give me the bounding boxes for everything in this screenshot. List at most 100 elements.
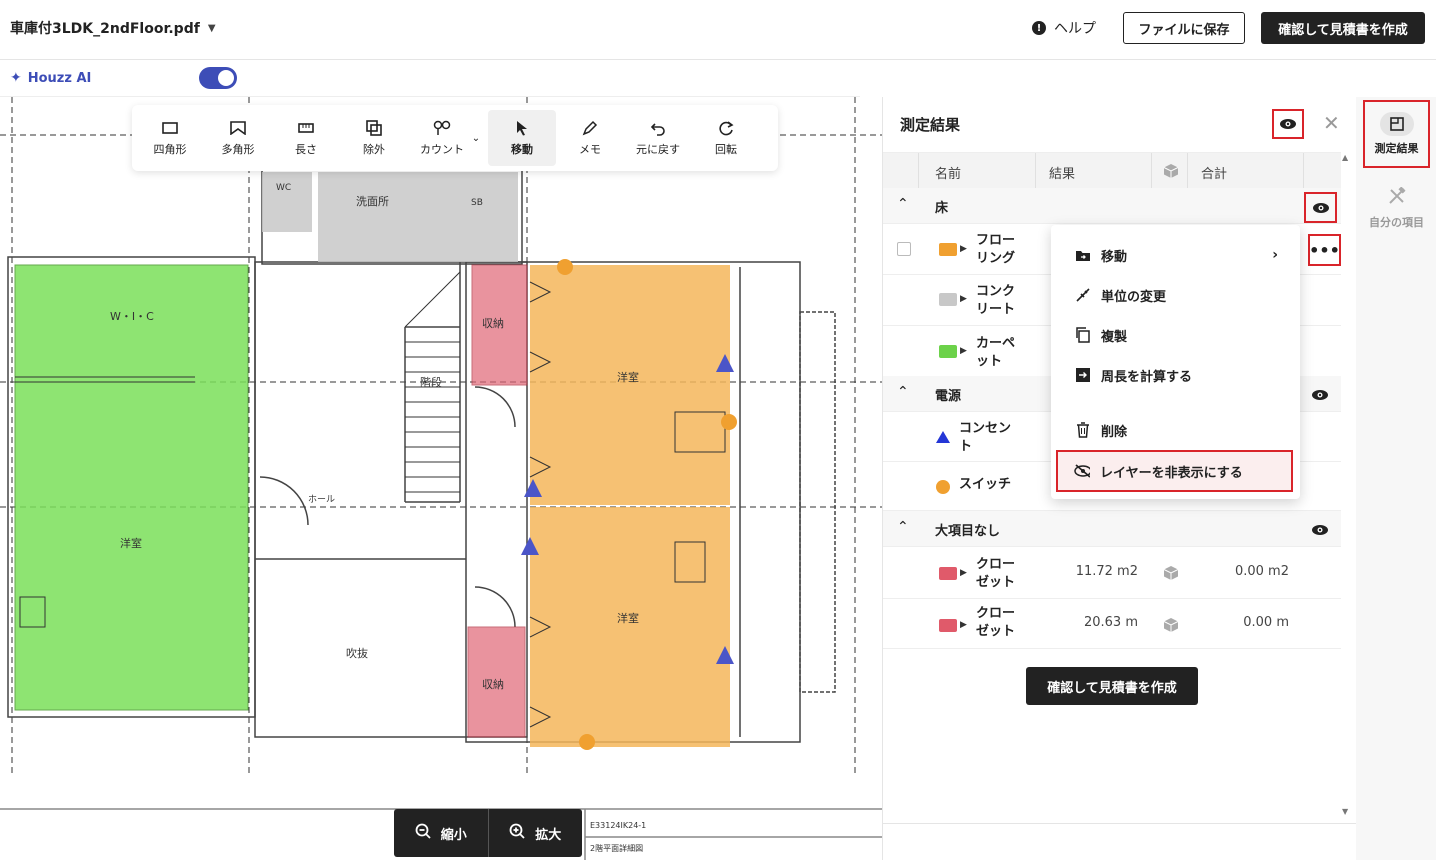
switch-marker — [579, 734, 595, 750]
save-to-file-button[interactable]: ファイルに保存 — [1123, 12, 1245, 44]
tool-label: メモ — [579, 143, 601, 156]
folder-icon: ▶ — [939, 243, 967, 256]
top-bar: 車庫付3LDK_2ndFloor.pdf ▼ ! ヘルプ ファイルに保存 確認し… — [0, 0, 1436, 60]
item-name: カーペ ット — [976, 336, 1016, 369]
switch-marker — [721, 414, 737, 430]
group-visibility-eye-icon[interactable] — [1311, 521, 1329, 540]
item-total: 0.00 m2 — [1234, 564, 1289, 579]
my-items-icon — [1388, 185, 1406, 208]
chevron-up-icon[interactable]: ⌃ — [897, 519, 909, 535]
menu-item-move[interactable]: 移動 › — [1051, 237, 1300, 273]
chevron-right-icon: › — [1272, 247, 1278, 263]
gray-area-washroom — [318, 172, 518, 262]
help-label: ヘルプ — [1054, 21, 1096, 37]
menu-item-delete[interactable]: 削除 — [1051, 412, 1300, 448]
menu-item-duplicate[interactable]: 複製 — [1051, 317, 1300, 353]
undo-icon — [649, 119, 667, 137]
tool-count[interactable]: カウント — [408, 110, 476, 166]
unit-icon — [1075, 287, 1091, 303]
rail-label: 自分の項目 — [1369, 215, 1424, 229]
room-label: 階段 — [420, 375, 442, 389]
plan-canvas[interactable]: W・I・C 洋室 洗面所 収納 階段 洋室 洋室 吹抜 収納 ホール WC SB… — [0, 97, 882, 860]
folder-icon: ▶ — [939, 293, 967, 306]
sheet-code: E33124IK24-1 — [590, 821, 646, 830]
tool-label: 回転 — [715, 143, 737, 156]
houzz-ai-label: Houzz AI — [27, 70, 92, 86]
copy-icon — [1075, 327, 1091, 343]
group-visibility-eye-icon[interactable] — [1311, 386, 1329, 405]
tool-memo[interactable]: メモ — [556, 110, 624, 166]
confirm-estimate-button[interactable]: 確認して見積書を作成 — [1261, 12, 1425, 44]
item-checkbox[interactable] — [897, 242, 911, 256]
rail-my-items[interactable]: 自分の項目 — [1363, 183, 1430, 233]
scroll-down-icon[interactable]: ▼ — [1342, 807, 1348, 816]
trash-icon — [1075, 422, 1091, 438]
chevron-up-icon[interactable]: ⌃ — [897, 196, 909, 212]
perimeter-icon — [1075, 367, 1091, 383]
item-name: コンク リート — [976, 284, 1016, 317]
zoom-in-label: 拡大 — [535, 827, 562, 843]
close-icon[interactable]: ✕ — [1323, 111, 1340, 135]
tool-rectangle[interactable]: 四角形 — [136, 110, 204, 166]
item-total: 0.00 m — [1243, 615, 1289, 630]
count-icon — [433, 119, 451, 137]
tool-label: 移動 — [511, 143, 533, 156]
zoom-controls: 縮小 拡大 — [394, 809, 582, 857]
list-item-closet[interactable]: ▶ クロー ゼット 11.72 m2 0.00 m2 — [883, 547, 1341, 599]
drawing-toolbar: 四角形 多角形 長さ 除外 カウント ⌄ 移動 メモ 元に戻す 回転 — [132, 105, 778, 171]
confirm-estimate-button[interactable]: 確認して見積書を作成 — [1026, 667, 1198, 705]
item-name: クロー ゼット — [976, 606, 1016, 639]
tool-label: カウント — [420, 143, 464, 156]
tool-exclude[interactable]: 除外 — [340, 110, 408, 166]
panel-visibility-eye-icon[interactable] — [1272, 109, 1304, 139]
file-selector[interactable]: 車庫付3LDK_2ndFloor.pdf ▼ — [10, 18, 216, 38]
group-visibility-eye-icon[interactable] — [1304, 192, 1337, 223]
file-name: 車庫付3LDK_2ndFloor.pdf — [10, 21, 200, 37]
item-name: クロー ゼット — [976, 557, 1016, 590]
scroll-up-icon[interactable]: ▲ — [1342, 153, 1348, 162]
ai-bar: ✦ Houzz AI — [0, 61, 860, 97]
count-dropdown-chevron-icon[interactable]: ⌄ — [468, 133, 484, 144]
group-label: 大項目なし — [935, 524, 1001, 539]
room-label: WC — [276, 183, 291, 193]
more-options-icon[interactable]: ••• — [1308, 234, 1341, 266]
tool-rotate[interactable]: 回転 — [692, 110, 760, 166]
tool-move[interactable]: 移動 — [488, 110, 556, 166]
group-label: 床 — [935, 201, 949, 216]
folder-move-icon — [1075, 247, 1091, 263]
folder-icon: ▶ — [939, 567, 967, 580]
rotate-icon — [717, 119, 735, 137]
cube-icon — [1163, 565, 1179, 580]
help-link[interactable]: ! ヘルプ — [1032, 18, 1096, 38]
chevron-up-icon[interactable]: ⌃ — [897, 384, 909, 400]
rail-measure-results[interactable]: 測定結果 — [1363, 100, 1430, 168]
menu-item-change-unit[interactable]: 単位の変更 — [1051, 277, 1300, 313]
ruler-icon — [297, 119, 315, 137]
item-result: 11.72 m2 — [1075, 564, 1138, 579]
panel-divider — [883, 823, 1357, 824]
menu-item-label: 単位の変更 — [1101, 289, 1167, 305]
exclude-icon — [365, 119, 383, 137]
zoom-out-button[interactable]: 縮小 — [394, 809, 488, 857]
zoom-in-button[interactable]: 拡大 — [487, 809, 583, 857]
tool-undo[interactable]: 元に戻す — [624, 110, 692, 166]
room-label: 洋室 — [120, 536, 142, 550]
tool-polygon[interactable]: 多角形 — [204, 110, 272, 166]
list-item-closet[interactable]: ▶ クロー ゼット 20.63 m 0.00 m — [883, 599, 1341, 649]
room-label: 収納 — [482, 317, 504, 330]
zoom-out-icon — [415, 823, 431, 843]
room-label: 洋室 — [617, 370, 639, 384]
houzz-ai-toggle[interactable] — [199, 67, 237, 89]
group-row-no-category[interactable]: ⌃ 大項目なし — [883, 511, 1341, 547]
item-result: 20.63 m — [1083, 615, 1138, 630]
eye-off-icon — [1074, 463, 1090, 479]
group-row-floor[interactable]: ⌃ 床 — [883, 188, 1341, 224]
menu-item-perimeter[interactable]: 周長を計算する — [1051, 357, 1300, 393]
orange-area-room-lower — [530, 507, 730, 747]
pen-icon — [581, 119, 599, 137]
tool-length[interactable]: 長さ — [272, 110, 340, 166]
rectangle-icon — [161, 119, 179, 137]
menu-item-hide-layer[interactable]: レイヤーを非表示にする — [1056, 450, 1293, 492]
sparkle-icon: ✦ — [10, 70, 22, 86]
gray-area-wc — [262, 172, 312, 232]
